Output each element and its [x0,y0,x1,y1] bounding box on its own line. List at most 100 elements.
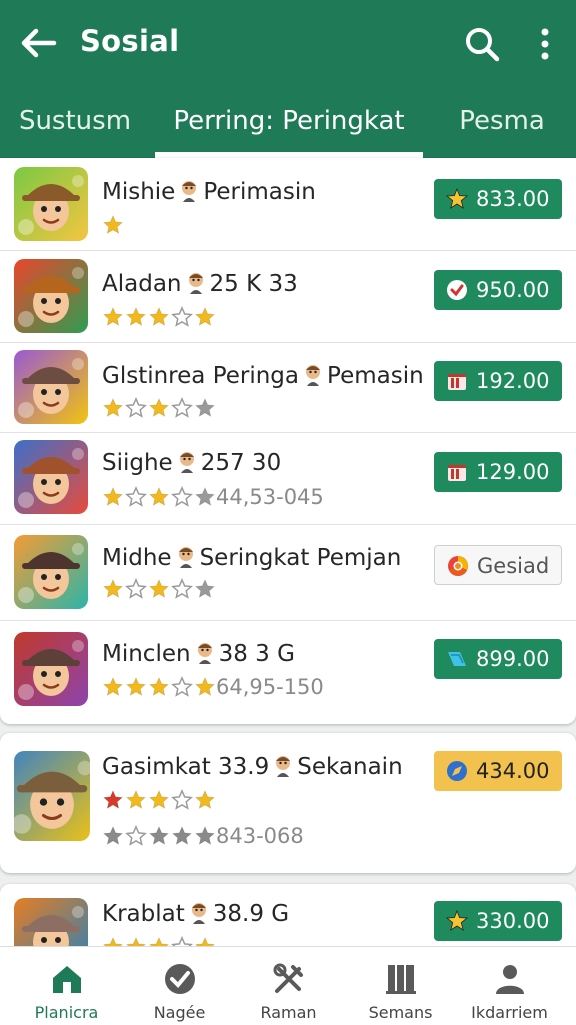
price-button[interactable]: 192.00 [434,361,562,401]
price-label: Gesiad [477,554,550,578]
star-icon [125,578,147,599]
price-label: 129.00 [476,460,550,484]
app-title: Mishie Perimasin [102,178,316,205]
rating-stars [102,486,217,510]
back-arrow-icon[interactable] [18,26,58,60]
star-icon [148,676,170,697]
app-name-suffix: Sekanain [297,754,403,780]
nav-item-nagee[interactable]: Nagée [122,947,237,1025]
list-item[interactable]: Krablat 38.9 G 330.00 [0,884,576,954]
star-icon [125,486,147,507]
star-icon [125,397,147,418]
check-circle-icon [165,964,195,994]
avatar-emoji-icon [178,547,193,568]
app-title: Minclen 38 3 G [102,640,295,667]
star-icon [194,486,216,507]
price-button[interactable]: Gesiad [434,545,562,585]
search-icon[interactable] [462,24,502,64]
nav-item-raman[interactable]: Raman [231,947,346,1025]
nav-item-ikdarriem[interactable]: Ikdarriem [452,947,567,1025]
tools-icon [273,963,303,993]
star-icon [102,789,124,810]
price-label: 192.00 [476,369,550,393]
app-name: Krablat [102,901,185,927]
price-button[interactable]: 129.00 [434,452,562,492]
rating-stars-secondary [102,825,217,849]
star-icon [194,578,216,599]
bottom-navigation: Planicra Nagée Raman Semans Ikdarriem [0,946,576,1025]
app-title: Krablat 38.9 G [102,900,289,927]
star-icon [148,789,170,810]
star-icon [125,306,147,327]
page-title: Sosial [80,24,180,58]
price-button[interactable]: 950.00 [434,270,562,310]
nav-label: Nagée [153,1003,206,1022]
app-bar: Sosial Sustusm Perring: Peringkat Pesma [0,0,576,158]
tab-bar: Sustusm Perring: Peringkat Pesma [0,96,576,158]
app-name: Siighe [102,450,173,476]
shield-check-icon [447,280,467,300]
rating-stars [102,214,125,238]
app-card: Krablat 38.9 G 330.00 [0,884,576,954]
star-icon [194,397,216,418]
avatar-emoji-icon [191,903,206,924]
app-name-suffix: 38 3 G [218,641,295,667]
list-item[interactable]: Minclen 38 3 G 64,95-150 899.00 [0,620,576,724]
star-icon [446,910,468,931]
star-icon [148,578,170,599]
rating-stars [102,578,217,602]
rating-count: 44,53-045 [216,485,324,509]
nav-label: Ikdarriem [471,1003,548,1022]
star-icon [102,825,124,846]
star-icon [171,789,193,810]
nav-item-semans[interactable]: Semans [343,947,458,1025]
app-name: Midhe [102,545,172,571]
star-icon [171,825,193,846]
tab-peringkat[interactable]: Perring: Peringkat [155,96,423,158]
app-thumbnail [14,350,88,424]
price-button[interactable]: 330.00 [434,901,562,941]
list-item[interactable]: Gasimkat 33.9 Sekanain 843-068 434.00 [0,733,576,873]
home-icon [53,966,81,993]
avatar-emoji-icon [197,643,212,664]
app-name: Aladan [102,271,182,297]
avatar-emoji-icon [179,452,194,473]
price-button[interactable]: 434.00 [434,751,562,791]
tab-pesma[interactable]: Pesma [428,96,576,158]
rating-stars [102,789,217,813]
list-item[interactable]: Aladan 25 K 33 950.00 [0,250,576,343]
app-name-suffix: 257 30 [200,450,282,476]
app-name-suffix: 38.9 G [212,901,290,927]
compass-icon [447,761,467,781]
list-item[interactable]: Mishie Perimasin 833.00 [0,158,576,251]
star-icon [102,397,124,418]
chrome-icon [448,556,468,576]
price-label: 833.00 [476,187,550,211]
star-icon [102,486,124,507]
avatar-emoji-icon [188,273,203,294]
star-icon [148,306,170,327]
avatar-emoji-icon [276,756,291,777]
gift-icon [448,374,466,390]
list-item[interactable]: Midhe Seringkat Pemjan Gesiad [0,524,576,621]
price-button[interactable]: 899.00 [434,639,562,679]
list-item[interactable]: Siighe 257 30 44,53-045 129.00 [0,432,576,525]
app-name: Gasimkat 33.9 [102,754,270,780]
price-label: 330.00 [476,909,550,933]
more-options-icon[interactable] [530,26,560,62]
rating-stars [102,676,217,700]
app-title: Siighe 257 30 [102,449,281,476]
list-item[interactable]: Glstinrea Peringa Pemasin 192.00 [0,342,576,433]
nav-label: Raman [260,1003,317,1022]
avatar-emoji-icon [182,181,197,202]
app-name: Glstinrea Peringa [102,363,300,389]
tab-sustusm[interactable]: Sustusm [0,96,150,158]
star-icon [171,306,193,327]
star-icon [125,825,147,846]
app-thumbnail [14,167,88,241]
rating-count: 64,95-150 [216,675,324,699]
nav-item-planicra[interactable]: Planicra [9,947,124,1025]
library-icon [386,965,416,994]
featured-app-card: Gasimkat 33.9 Sekanain 843-068 434.00 [0,733,576,873]
price-button[interactable]: 833.00 [434,179,562,219]
